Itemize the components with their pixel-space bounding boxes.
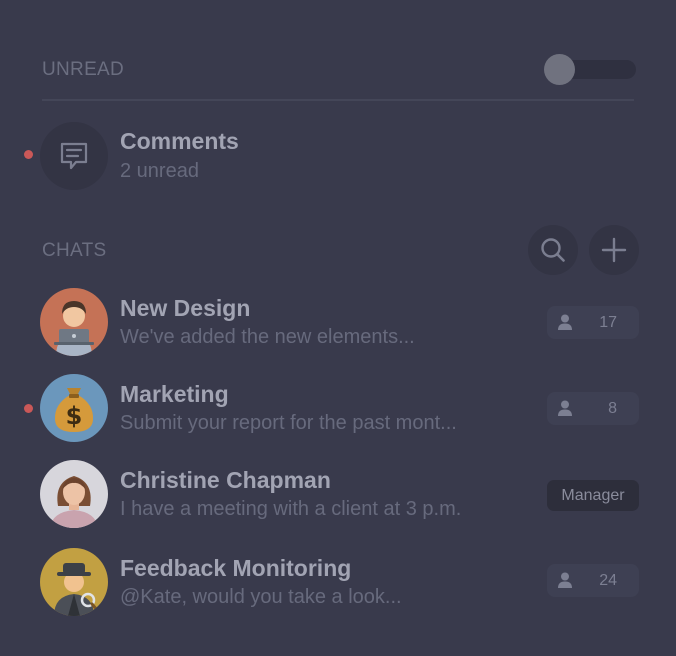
unread-dot (24, 404, 33, 413)
comment-icon (40, 122, 108, 190)
chat-preview: @Kate, would you take a look... (120, 586, 402, 608)
member-count: 17 (599, 314, 617, 331)
chat-title: New Design (120, 295, 251, 321)
chat-item-christine-chapman[interactable]: Christine Chapman I have a meeting with … (0, 458, 676, 538)
section-divider (42, 99, 634, 101)
user-icon (558, 400, 572, 416)
user-icon (558, 314, 572, 330)
member-count-badge: 8 (547, 392, 639, 425)
search-button[interactable] (528, 225, 578, 275)
add-chat-button[interactable] (589, 225, 639, 275)
unread-section-title: UNREAD (42, 59, 125, 80)
member-count-badge: 17 (547, 306, 639, 339)
comments-subtitle: 2 unread (120, 160, 199, 182)
developer-emoji-avatar (40, 288, 108, 356)
chat-item-new-design[interactable]: New Design We've added the new elements.… (0, 286, 676, 366)
money-bag-emoji-avatar: $ (40, 374, 108, 442)
chat-title: Marketing (120, 381, 229, 407)
member-count: 8 (608, 400, 617, 417)
chat-item-feedback-monitoring[interactable]: Feedback Monitoring @Kate, would you tak… (0, 546, 676, 626)
christine-photo-avatar (40, 460, 108, 528)
role-badge: Manager (547, 480, 639, 511)
chat-title: Christine Chapman (120, 467, 331, 493)
chat-preview: We've added the new elements... (120, 326, 415, 348)
chat-preview: I have a meeting with a client at 3 p.m. (120, 498, 462, 520)
comments-row[interactable]: Comments 2 unread (0, 120, 676, 200)
svg-text:$: $ (66, 402, 83, 430)
member-count: 24 (599, 572, 617, 589)
user-icon (558, 572, 572, 588)
member-count-badge: 24 (547, 564, 639, 597)
toggle-knob (544, 54, 575, 85)
unread-dot (24, 150, 33, 159)
comments-title: Comments (120, 128, 239, 154)
detective-emoji-avatar (40, 548, 108, 616)
unread-toggle[interactable] (544, 54, 636, 85)
chat-title: Feedback Monitoring (120, 555, 352, 581)
chats-section-title: CHATS (42, 240, 107, 261)
chat-item-marketing[interactable]: $ Marketing Submit your report for the p… (0, 372, 676, 452)
chat-preview: Submit your report for the past mont... (120, 412, 457, 434)
chat-panel: UNREAD Comments 2 unread CHATS New Desig… (0, 0, 676, 656)
search-icon (541, 238, 565, 262)
plus-icon (601, 237, 627, 263)
